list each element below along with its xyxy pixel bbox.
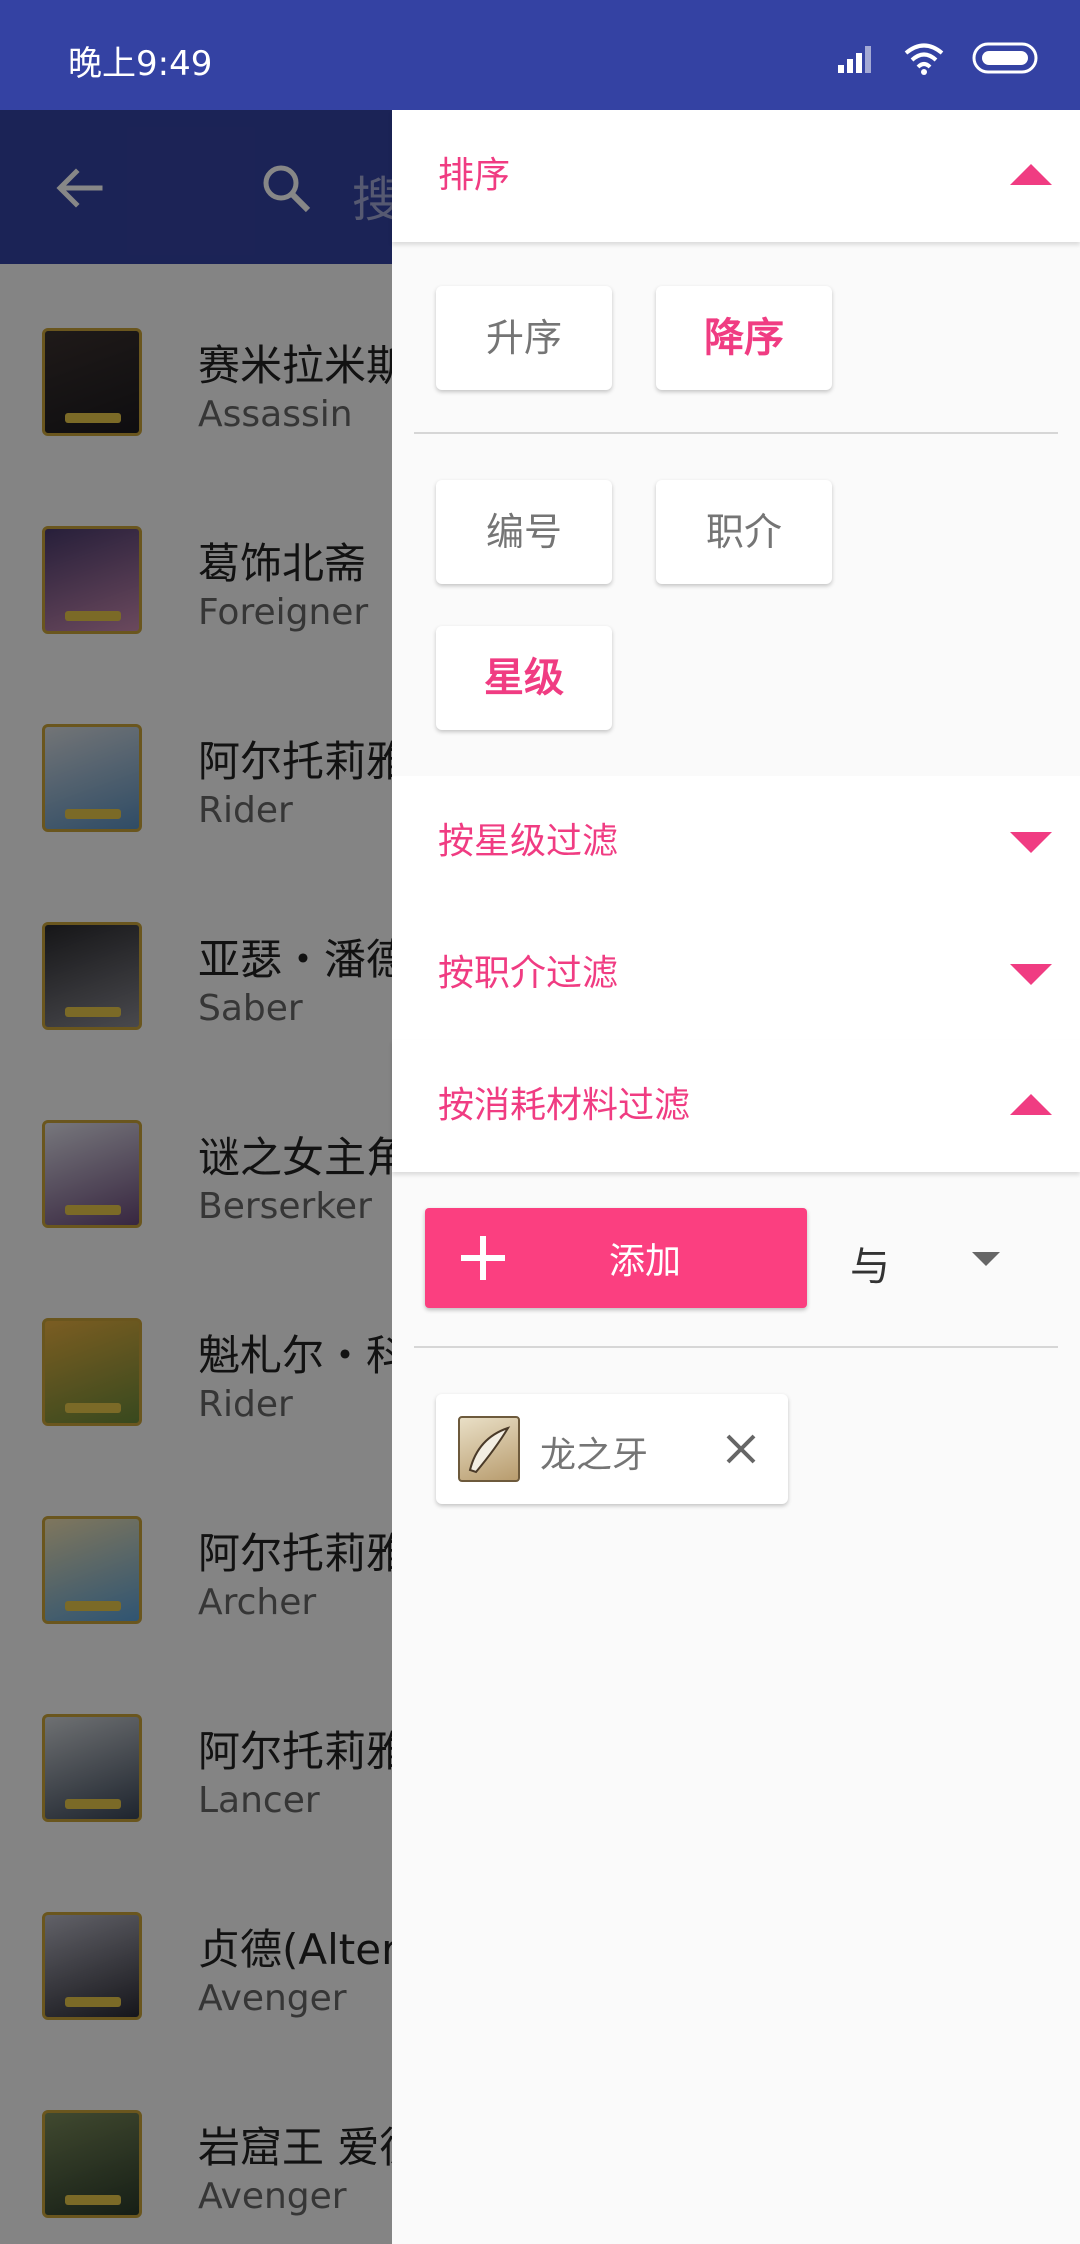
filter-material-title: 按消耗材料过滤 bbox=[438, 1085, 691, 1126]
close-icon[interactable] bbox=[722, 1430, 760, 1468]
status-bar: 晚上9:49 bbox=[0, 0, 1080, 110]
status-icons bbox=[836, 36, 1040, 80]
dropdown-caret-icon bbox=[972, 1252, 1000, 1266]
sort-by-number-chip[interactable]: 编号 bbox=[436, 480, 612, 584]
sort-section-title: 排序 bbox=[438, 155, 511, 196]
sort-ascending-chip[interactable]: 升序 bbox=[436, 286, 612, 390]
material-name: 龙之牙 bbox=[540, 1435, 649, 1476]
add-material-label: 添加 bbox=[609, 1241, 682, 1282]
filter-material-header[interactable]: 按消耗材料过滤 bbox=[392, 1040, 1080, 1172]
sort-by-rarity-chip[interactable]: 星级 bbox=[436, 626, 612, 730]
dragon-fang-material-icon bbox=[468, 1426, 511, 1474]
filter-class-title: 按职介过滤 bbox=[438, 953, 619, 994]
add-material-button[interactable]: 添加 bbox=[425, 1208, 807, 1308]
expand-arrow-icon bbox=[1010, 964, 1052, 985]
divider bbox=[414, 432, 1058, 434]
divider bbox=[414, 1346, 1058, 1348]
filter-rarity-header[interactable]: 按星级过滤 bbox=[392, 776, 1080, 908]
filter-rarity-title: 按星级过滤 bbox=[438, 821, 619, 862]
filter-drawer: 排序 升序 降序 编号 职介 星级 按星级过滤 按职介过滤 按消耗材料过滤 添加… bbox=[392, 110, 1080, 2244]
logic-operator-select[interactable]: 与 bbox=[818, 1208, 1058, 1308]
signal-icon bbox=[838, 46, 871, 73]
status-time: 晚上9:49 bbox=[68, 44, 213, 84]
logic-operator-value: 与 bbox=[850, 1244, 890, 1290]
sort-by-class-chip[interactable]: 职介 bbox=[656, 480, 832, 584]
expand-arrow-icon bbox=[1010, 832, 1052, 853]
filter-class-header[interactable]: 按职介过滤 bbox=[392, 908, 1080, 1040]
material-chip[interactable]: 龙之牙 bbox=[436, 1394, 788, 1504]
battery-icon bbox=[972, 42, 1038, 74]
plus-icon bbox=[461, 1236, 505, 1280]
dragon-fang-material-icon bbox=[458, 1416, 520, 1482]
sort-section-header[interactable]: 排序 bbox=[392, 110, 1080, 242]
collapse-arrow-icon bbox=[1010, 1094, 1052, 1115]
sort-descending-chip[interactable]: 降序 bbox=[656, 286, 832, 390]
collapse-arrow-icon bbox=[1010, 164, 1052, 185]
wifi-icon bbox=[904, 43, 944, 75]
